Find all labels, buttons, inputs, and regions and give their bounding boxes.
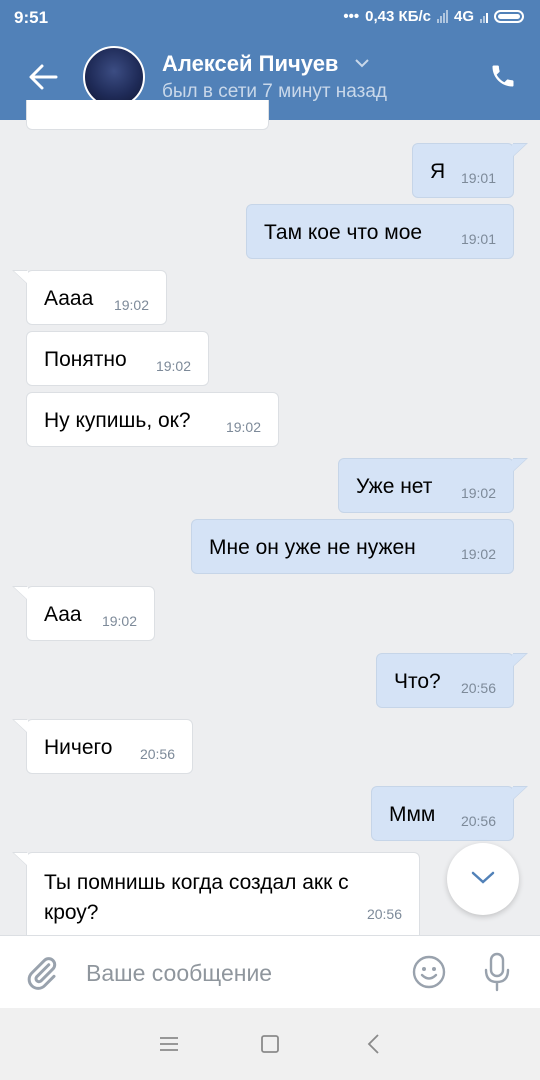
network-speed: 0,43 КБ/с (365, 8, 431, 25)
microphone-icon[interactable] (482, 952, 512, 992)
avatar[interactable] (83, 46, 145, 108)
message-text: Ааа (44, 603, 82, 626)
message-bubble[interactable]: Там кое что мое 19:01 (246, 204, 514, 259)
message-text: Ты помнишь когда создал акк с кроу? (44, 871, 349, 924)
status-indicators: ••• 0,43 КБ/с 4G (343, 8, 524, 25)
message-text: Я (430, 160, 446, 183)
message-time: 20:56 (460, 680, 496, 696)
network-type: 4G (453, 8, 474, 25)
message-bubble[interactable]: Аааа 19:02 (12, 270, 167, 325)
message-bubble[interactable]: Ты помнишь когда создал акк с кроу? 20:5… (12, 852, 420, 944)
contact-name[interactable]: Алексей Пичуев (162, 51, 338, 77)
message-text: Там кое что мое (264, 221, 423, 244)
message-time: 19:02 (155, 358, 191, 374)
system-navigation-bar (0, 1008, 540, 1080)
message-text: Мне он уже не нужен (209, 536, 416, 559)
message-text: Ммм (389, 803, 436, 826)
message-composer (0, 935, 540, 1009)
message-bubble[interactable]: Понятно 19:02 (26, 331, 209, 386)
message-input[interactable] (86, 957, 396, 989)
status-time: 9:51 (14, 8, 49, 27)
emoji-icon[interactable] (411, 954, 447, 990)
back-icon[interactable] (366, 1034, 380, 1054)
message-time: 19:02 (225, 419, 261, 435)
message-text: Ничего (44, 736, 113, 759)
message-time: 20:56 (460, 813, 496, 829)
message-time: 20:56 (139, 746, 175, 762)
menu-icon[interactable] (159, 1037, 179, 1051)
chevron-down-icon[interactable] (355, 59, 369, 68)
message-bubble[interactable]: Мне он уже не нужен 19:02 (191, 519, 514, 574)
message-text: Что? (394, 670, 441, 693)
status-dots: ••• (343, 8, 360, 25)
previous-message-edge (26, 100, 269, 130)
message-time: 19:01 (460, 231, 496, 247)
message-time: 19:02 (113, 297, 149, 313)
message-bubble[interactable]: Ааа 19:02 (12, 586, 155, 641)
message-bubble[interactable]: Что? 20:56 (376, 653, 528, 708)
paperclip-icon[interactable] (24, 953, 60, 993)
message-text: Аааа (44, 287, 94, 310)
message-bubble[interactable]: Ничего 20:56 (12, 719, 193, 774)
message-time: 19:02 (460, 485, 496, 501)
scroll-down-button[interactable] (447, 843, 519, 915)
message-text: Ну купишь, ок? (44, 409, 191, 432)
message-time: 20:56 (366, 906, 402, 922)
status-bar: 9:51 ••• 0,43 КБ/с 4G (0, 0, 540, 36)
back-arrow-icon[interactable] (26, 60, 60, 94)
signal-icon (436, 10, 448, 23)
message-bubble[interactable]: Ну купишь, ок? 19:02 (26, 392, 279, 447)
message-time: 19:01 (460, 170, 496, 186)
phone-icon[interactable] (489, 62, 517, 90)
battery-icon (494, 10, 524, 23)
message-text: Уже нет (356, 475, 433, 498)
message-bubble[interactable]: Ммм 20:56 (371, 786, 528, 841)
signal-strength-icon (480, 10, 488, 23)
home-icon[interactable] (261, 1035, 279, 1053)
message-time: 19:02 (460, 546, 496, 562)
message-time: 19:02 (101, 613, 137, 629)
message-text: Понятно (44, 348, 127, 371)
message-bubble[interactable]: Я 19:01 (412, 143, 528, 198)
chevron-down-icon (471, 871, 495, 884)
message-bubble[interactable]: Уже нет 19:02 (338, 458, 528, 513)
